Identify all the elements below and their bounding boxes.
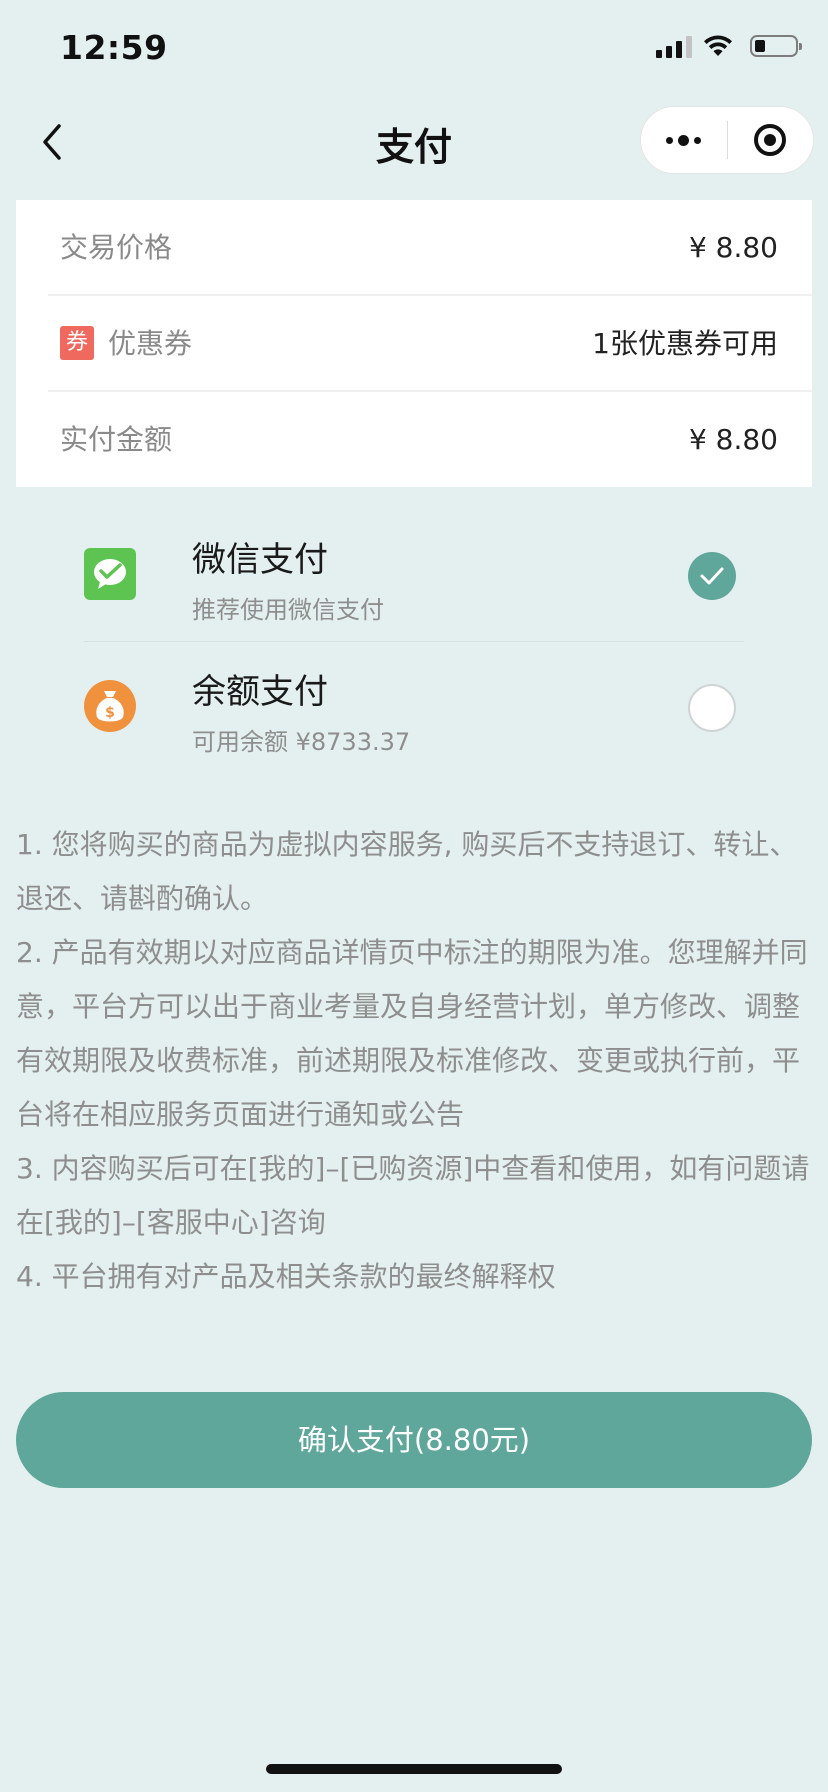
wechat-pay-subtitle: 推荐使用微信支付 xyxy=(192,596,384,624)
money-bag-icon: $ xyxy=(84,680,136,732)
coupon-value: 1张优惠券可用 xyxy=(592,327,778,360)
note-item: 1. 您将购买的商品为虚拟内容服务, 购买后不支持退订、转让、退还、请斟酌确认。 xyxy=(16,828,798,915)
trade-price-value: ¥ 8.80 xyxy=(688,231,778,264)
wechat-pay-radio-checked[interactable] xyxy=(688,552,736,600)
status-icons xyxy=(656,34,802,58)
price-card: 交易价格 ¥ 8.80 券 优惠券 1张优惠券可用 实付金额 ¥ 8.80 xyxy=(16,200,812,487)
note-item: 2. 产品有效期以对应商品详情页中标注的期限为准。您理解并同意，平台方可以出于商… xyxy=(16,936,808,1131)
close-mini-program-button[interactable] xyxy=(728,107,814,173)
cellular-signal-icon xyxy=(656,34,692,58)
mini-program-capsule xyxy=(640,106,814,174)
svg-text:$: $ xyxy=(105,705,115,721)
balance-pay-subtitle: 可用余额 ¥8733.37 xyxy=(192,728,411,756)
actual-amount-value: ¥ 8.80 xyxy=(688,423,778,456)
navigation-bar: 支付 xyxy=(0,100,828,182)
trade-price-label: 交易价格 xyxy=(60,231,173,264)
status-bar: 12:59 xyxy=(0,0,828,100)
more-button[interactable] xyxy=(641,107,727,173)
actual-amount-label: 实付金额 xyxy=(60,423,173,456)
coupon-row[interactable]: 券 优惠券 1张优惠券可用 xyxy=(16,296,812,391)
more-dots-icon xyxy=(666,134,702,146)
note-item: 4. 平台拥有对产品及相关条款的最终解释权 xyxy=(16,1260,556,1293)
note-item: 3. 内容购买后可在[我的]–[已购资源]中查看和使用，如有问题请在[我的]–[… xyxy=(16,1152,810,1239)
trade-price-row: 交易价格 ¥ 8.80 xyxy=(16,200,812,295)
actual-amount-row: 实付金额 ¥ 8.80 xyxy=(16,392,812,487)
coupon-label: 优惠券 xyxy=(108,327,193,360)
balance-pay-radio-unchecked[interactable] xyxy=(688,684,736,732)
battery-icon xyxy=(750,35,802,57)
wifi-icon xyxy=(704,35,732,56)
wechat-pay-option[interactable]: 微信支付 推荐使用微信支付 xyxy=(84,510,744,640)
purchase-notes: 1. 您将购买的商品为虚拟内容服务, 购买后不支持退订、转让、退还、请斟酌确认。… xyxy=(16,818,816,1304)
balance-pay-option[interactable]: $ 余额支付 可用余额 ¥8733.37 xyxy=(84,642,744,772)
wechat-pay-title: 微信支付 xyxy=(192,540,328,580)
coupon-badge-icon: 券 xyxy=(60,326,94,360)
checkmark-icon xyxy=(700,567,724,585)
status-time: 12:59 xyxy=(60,28,168,67)
confirm-payment-button[interactable]: 确认支付(8.80元) xyxy=(16,1392,812,1488)
balance-pay-title: 余额支付 xyxy=(192,672,328,712)
wechat-pay-icon xyxy=(84,548,136,600)
target-circle-icon xyxy=(754,124,787,156)
home-indicator xyxy=(266,1764,562,1774)
